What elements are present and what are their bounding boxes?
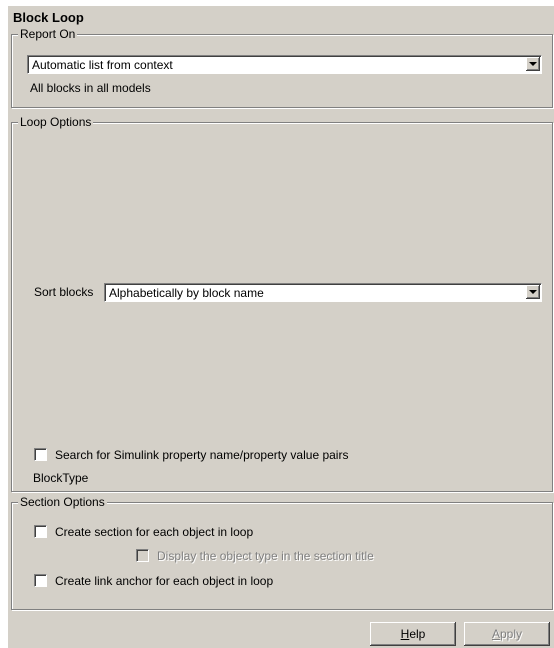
section-options-group: Section Options Create section for each … [11,495,553,610]
chevron-down-icon[interactable] [526,285,540,299]
help-label-rest: elp [409,627,426,641]
report-on-group: Report On Automatic list from context Al… [11,27,553,108]
page-title: Block Loop [13,10,84,25]
apply-button: Apply [464,622,550,646]
report-on-description: All blocks in all models [30,81,151,95]
sort-blocks-dropdown-value: Alphabetically by block name [109,286,264,300]
property-name-text: BlockType [33,471,89,485]
section-options-legend: Section Options [18,495,107,509]
search-property-label[interactable]: Search for Simulink property name/proper… [55,448,348,462]
report-on-dropdown[interactable]: Automatic list from context [27,55,542,74]
report-on-legend: Report On [18,27,78,41]
help-button[interactable]: Help [370,622,456,646]
block-loop-panel: Block Loop Report On Automatic list from… [8,6,554,648]
apply-mnemonic: A [491,627,500,641]
link-anchor-checkbox[interactable] [34,574,47,587]
report-on-dropdown-value: Automatic list from context [32,58,173,72]
apply-label-rest: pply [500,627,523,641]
chevron-down-icon[interactable] [526,57,540,71]
sort-blocks-label: Sort blocks [34,285,94,299]
search-property-checkbox[interactable] [34,448,47,461]
loop-options-legend: Loop Options [18,115,94,129]
link-anchor-label[interactable]: Create link anchor for each object in lo… [55,574,273,588]
create-section-checkbox[interactable] [34,525,47,538]
loop-options-group: Loop Options Sort blocks Alphabetically … [11,115,553,492]
sort-blocks-dropdown[interactable]: Alphabetically by block name [104,283,542,302]
display-type-label: Display the object type in the section t… [157,549,374,563]
create-section-label[interactable]: Create section for each object in loop [55,525,253,539]
display-type-checkbox [136,549,149,562]
